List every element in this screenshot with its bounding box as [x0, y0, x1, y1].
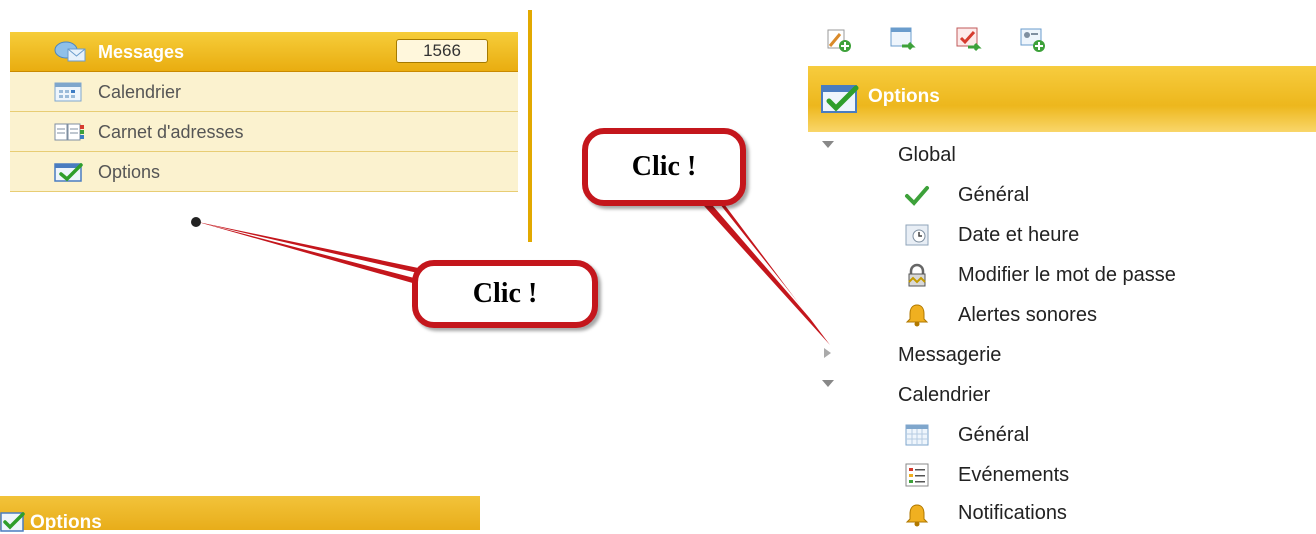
- click-dot: [191, 217, 201, 227]
- left-callout-pointer: [198, 222, 428, 284]
- callout-left: Clic !: [412, 260, 598, 328]
- callout-pointers: [191, 184, 830, 345]
- callout-right: Clic !: [582, 128, 746, 206]
- right-callout-pointer: [686, 186, 830, 345]
